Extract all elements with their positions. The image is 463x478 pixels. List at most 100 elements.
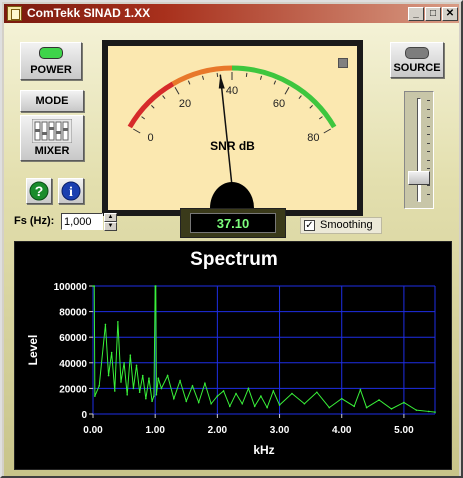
- smoothing-checkbox-box[interactable]: ✓: [304, 220, 315, 231]
- meter-tick: [202, 75, 205, 80]
- smoothing-label: Smoothing: [320, 219, 373, 231]
- svg-text:i: i: [69, 185, 73, 200]
- spectrum-point: [241, 402, 244, 405]
- spectrum-point: [260, 395, 262, 397]
- spectrum-point: [191, 385, 194, 387]
- maximize-button[interactable]: □: [425, 7, 441, 21]
- spectrum-point: [110, 351, 113, 354]
- window-title: ComTekk SINAD 1.XX: [27, 6, 151, 20]
- meter-tick: [187, 80, 191, 85]
- spectrum-point: [141, 374, 144, 377]
- client-area: POWER MODE MIXER ? i 0 20 40 60 80 SNR d…: [4, 23, 459, 476]
- mode-button[interactable]: MODE: [20, 90, 84, 112]
- meter-tick: [323, 128, 331, 134]
- spectrum-point: [104, 323, 107, 326]
- spectrum-point: [403, 401, 405, 404]
- meter-tick: [133, 128, 141, 134]
- meter-tick: [162, 95, 166, 100]
- spectrum-point: [135, 364, 138, 367]
- spectrum-point: [120, 381, 122, 383]
- spectrum-point: [210, 402, 212, 405]
- spectrum-point: [365, 406, 368, 409]
- source-led-icon: [405, 47, 429, 59]
- spectrum-chart: 0.00 1.00 2.00 3.00 4.00 5.00 0 20000 40000 60000…: [26, 282, 436, 457]
- spectrum-point: [272, 390, 275, 392]
- app-icon[interactable]: [7, 6, 22, 21]
- spectrum-point: [328, 406, 331, 409]
- spectrum-point: [179, 379, 181, 382]
- close-button[interactable]: ✕: [442, 7, 458, 21]
- smoothing-checkbox[interactable]: ✓ Smoothing: [300, 217, 382, 234]
- meter-tick: [259, 75, 262, 80]
- x-axis-label: kHz: [253, 443, 274, 457]
- spectrum-point: [107, 374, 110, 377]
- spectrum-point: [148, 377, 150, 379]
- x-tick-label: 2.00: [208, 425, 228, 436]
- slider-tick: [427, 142, 430, 144]
- slider-tick: [427, 100, 430, 101]
- slider-tick: [427, 134, 430, 135]
- y-tick-label: 60000: [59, 333, 87, 344]
- meter-scale-label: 60: [272, 97, 286, 110]
- y-tick-label: 100000: [54, 282, 88, 293]
- fs-spin-down[interactable]: ▼: [104, 222, 117, 231]
- spectrum-point: [359, 388, 362, 391]
- source-level-slider[interactable]: [404, 91, 434, 209]
- spectrum-point: [222, 390, 225, 392]
- slider-tick: [427, 151, 430, 152]
- slider-tick: [427, 125, 430, 127]
- meter-hub: [210, 182, 254, 210]
- checkmark-icon: ✓: [305, 220, 314, 231]
- meter-graphic: [127, 65, 337, 210]
- meter-scale-label: 40: [225, 85, 239, 97]
- source-button-label: SOURCE: [393, 62, 441, 74]
- x-tick-label: 3.00: [270, 425, 290, 436]
- spectrum-point: [216, 395, 219, 397]
- minimize-button[interactable]: _: [408, 7, 424, 21]
- y-tick-label: 20000: [59, 384, 87, 395]
- info-button[interactable]: i: [58, 178, 84, 204]
- meter-tick: [174, 87, 180, 95]
- spectrum-point: [247, 387, 250, 390]
- meter-tick: [216, 72, 219, 78]
- meter-tick: [318, 116, 323, 120]
- spectrum-point: [204, 382, 206, 385]
- spectrum-point: [166, 374, 169, 377]
- meter-scale-label: 20: [178, 97, 192, 110]
- spectrum-point: [173, 397, 175, 400]
- spectrum-point: [340, 397, 343, 400]
- slider-tick: [427, 159, 430, 161]
- mixer-faders-icon: [32, 119, 72, 143]
- spectrum-point: [151, 400, 153, 402]
- fs-spin-up[interactable]: ▲: [104, 213, 117, 222]
- spectrum-point: [197, 401, 200, 404]
- spectrum-point: [94, 395, 96, 397]
- fs-input[interactable]: [61, 213, 103, 230]
- meter-unit-label: SNR dB: [210, 139, 255, 153]
- meter-tick: [141, 116, 146, 120]
- spectrum-point: [390, 408, 393, 410]
- source-button[interactable]: SOURCE: [390, 42, 444, 78]
- help-icon: ?: [29, 181, 49, 201]
- svg-text:?: ?: [35, 183, 44, 199]
- meter-face: 0 20 40 60 80 SNR dB: [108, 46, 357, 210]
- spectrum-point: [316, 391, 318, 394]
- power-led-icon: [39, 47, 63, 59]
- meter-tick: [298, 95, 302, 100]
- slider-tick: [427, 168, 430, 169]
- spectrum-point: [93, 285, 96, 287]
- snr-meter: 0 20 40 60 80 SNR dB: [102, 40, 363, 216]
- slider-tick: [427, 108, 430, 110]
- mixer-button[interactable]: MIXER: [20, 115, 84, 161]
- spectrum-point: [415, 409, 418, 411]
- power-button[interactable]: POWER: [20, 42, 82, 80]
- power-button-label: POWER: [30, 64, 72, 76]
- help-button[interactable]: ?: [26, 178, 52, 204]
- meter-tick: [273, 80, 277, 85]
- title-bar[interactable]: ComTekk SINAD 1.XX _ □ ✕: [4, 4, 459, 23]
- slider-thumb[interactable]: [408, 170, 430, 185]
- spectrum-point: [353, 405, 355, 408]
- meter-tick: [151, 105, 155, 109]
- meter-tick: [309, 105, 313, 109]
- spectrum-point: [113, 390, 116, 392]
